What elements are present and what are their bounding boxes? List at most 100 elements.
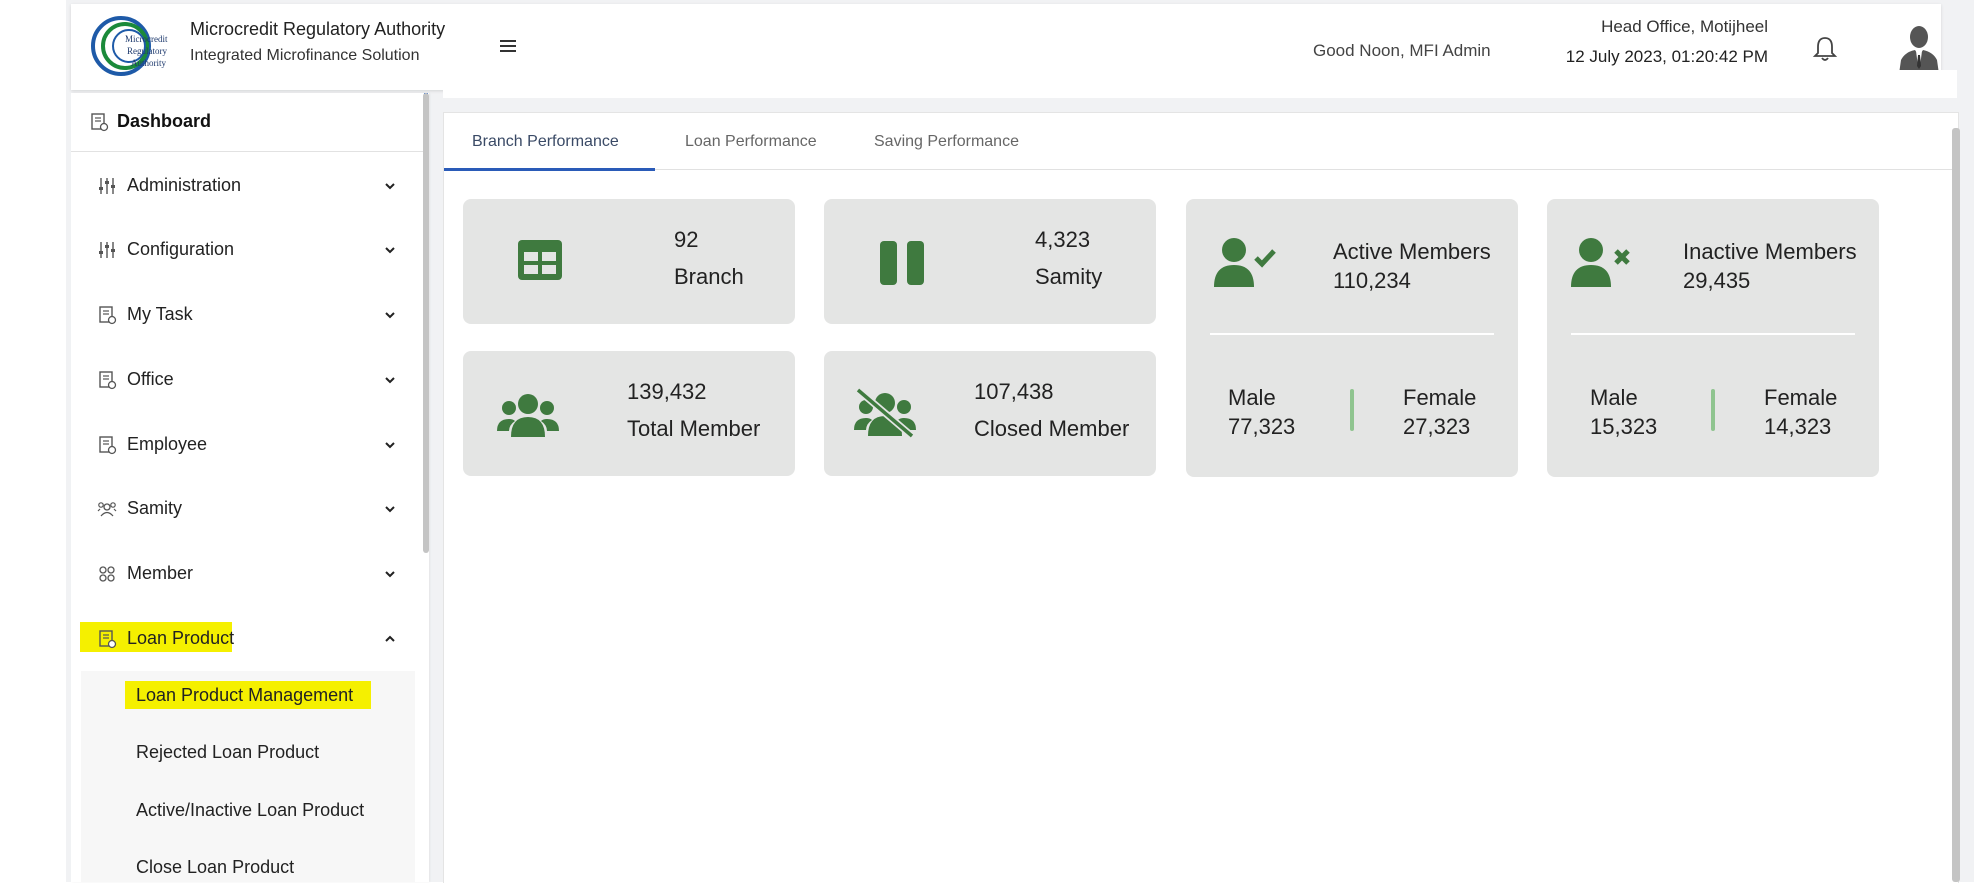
document-icon (89, 112, 109, 132)
document-icon (97, 435, 117, 455)
brand-subtitle: Integrated Microfinance Solution (190, 47, 420, 64)
active-members-title: Active Members (1333, 239, 1491, 264)
sidebar-item-label: Administration (127, 175, 242, 195)
chevron-down-icon (383, 502, 397, 516)
sidebar-item-samity[interactable]: Samity (71, 476, 429, 540)
sidebar-item-dashboard[interactable]: Dashboard (71, 93, 428, 152)
chevron-down-icon (383, 179, 397, 193)
tab-branch-performance[interactable]: Branch Performance (444, 113, 655, 171)
card-divider (1571, 333, 1855, 335)
closed-member-label: Closed Member (974, 416, 1130, 441)
submenu-item-label: Active/Inactive Loan Product (136, 800, 365, 820)
svg-text:Regulatory: Regulatory (127, 46, 167, 56)
sidebar-item-configuration[interactable]: Configuration (71, 217, 429, 281)
sidebar: Dashboard Administration Configuration M… (71, 93, 429, 882)
sliders-icon (97, 176, 117, 196)
chevron-up-icon (383, 632, 397, 646)
office-name: Head Office, Motijheel (1601, 17, 1768, 36)
submenu-item-label: Close Loan Product (136, 857, 295, 877)
sidebar-item-loan-product[interactable]: Loan Product (71, 606, 429, 670)
sidebar-scrollbar[interactable] (423, 93, 429, 553)
inactive-members-count: 29,435 (1683, 268, 1751, 293)
submenu-item-rejected-loan-product[interactable]: Rejected Loan Product (81, 728, 415, 778)
members-icon (97, 564, 117, 584)
users-icon (497, 394, 559, 437)
current-datetime: 12 July 2023, 01:20:42 PM (1565, 47, 1768, 66)
tab-saving-performance[interactable]: Saving Performance (845, 113, 1045, 168)
page-margin (0, 0, 67, 882)
greeting-text: Good Noon, MFI Admin (1313, 41, 1491, 60)
sidebar-item-member[interactable]: Member (71, 541, 429, 605)
submenu-item-active-inactive-loan-product[interactable]: Active/Inactive Loan Product (81, 786, 415, 836)
sidebar-item-administration[interactable]: Administration (71, 153, 429, 217)
stat-card-branch: 92 Branch (463, 199, 795, 324)
stat-card-closed-member: 107,438 Closed Member (824, 351, 1156, 476)
inactive-female-count: 14,323 (1764, 414, 1832, 439)
gender-divider (1711, 389, 1715, 431)
chevron-down-icon (383, 308, 397, 322)
loan-product-submenu: Loan Product Management Rejected Loan Pr… (81, 671, 415, 882)
user-avatar-icon[interactable] (1897, 22, 1941, 74)
pause-icon (880, 241, 924, 285)
user-check-icon (1214, 238, 1276, 287)
chevron-down-icon (383, 438, 397, 452)
bell-icon[interactable] (1811, 34, 1839, 64)
sidebar-item-label: My Task (127, 304, 193, 324)
chevron-down-icon (383, 373, 397, 387)
svg-text:Microcredit: Microcredit (125, 34, 168, 44)
sidebar-item-employee[interactable]: Employee (71, 412, 429, 476)
submenu-item-close-loan-product[interactable]: Close Loan Product (81, 843, 415, 882)
submenu-item-label: Rejected Loan Product (136, 742, 320, 762)
branch-label: Branch (674, 264, 744, 289)
document-icon (97, 305, 117, 325)
document-icon (97, 629, 117, 649)
brand-title: Microcredit Regulatory Authority (190, 19, 446, 39)
sidebar-item-office[interactable]: Office (71, 347, 429, 411)
submenu-item-loan-product-management[interactable]: Loan Product Management (81, 671, 415, 721)
samity-label: Samity (1035, 264, 1103, 289)
submenu-item-label: Loan Product Management (136, 685, 354, 705)
sliders-icon (97, 240, 117, 260)
inactive-male-label: Male (1590, 385, 1638, 410)
total-member-count: 139,432 (627, 379, 707, 404)
table-icon (518, 240, 562, 280)
user-x-icon (1571, 238, 1630, 287)
stat-card-samity: 4,323 Samity (824, 199, 1156, 324)
closed-member-count: 107,438 (974, 379, 1054, 404)
svg-text:Authority: Authority (131, 58, 166, 68)
active-male-count: 77,323 (1228, 414, 1296, 439)
tab-label: Branch Performance (472, 133, 619, 150)
users-slash-icon (854, 388, 916, 438)
menu-icon[interactable] (495, 34, 523, 60)
branch-count: 92 (674, 227, 699, 252)
active-male-label: Male (1228, 385, 1276, 410)
chevron-down-icon (383, 243, 397, 257)
active-members-count: 110,234 (1333, 268, 1411, 293)
tab-loan-performance[interactable]: Loan Performance (655, 113, 845, 168)
inactive-members-title: Inactive Members (1683, 239, 1857, 264)
sidebar-item-label: Configuration (127, 239, 235, 259)
inactive-female-label: Female (1764, 385, 1838, 410)
sidebar-item-label: Member (127, 563, 194, 583)
document-icon (97, 370, 117, 390)
inactive-male-count: 15,323 (1590, 414, 1658, 439)
active-female-count: 27,323 (1403, 414, 1471, 439)
sidebar-item-label: Dashboard (117, 111, 212, 131)
chevron-down-icon (383, 567, 397, 581)
card-divider (1210, 333, 1494, 335)
group-icon (97, 499, 117, 519)
tab-bar: Branch Performance Loan Performance Savi… (444, 113, 1958, 171)
active-female-label: Female (1403, 385, 1477, 410)
tab-label: Loan Performance (685, 133, 817, 150)
sidebar-item-my-task[interactable]: My Task (71, 282, 429, 346)
tab-label: Saving Performance (874, 133, 1019, 150)
content-top-strip (443, 70, 1957, 98)
main-scrollbar[interactable] (1952, 128, 1960, 882)
sidebar-item-label: Office (127, 369, 174, 389)
stat-card-inactive-members: Inactive Members 29,435 Male 15,323 Fema… (1547, 199, 1879, 477)
samity-count: 4,323 (1035, 227, 1091, 252)
stat-card-active-members: Active Members 110,234 Male 77,323 Femal… (1186, 199, 1518, 477)
sidebar-item-label: Loan Product (127, 628, 235, 648)
gender-divider (1350, 389, 1354, 431)
total-member-label: Total Member (627, 416, 761, 441)
